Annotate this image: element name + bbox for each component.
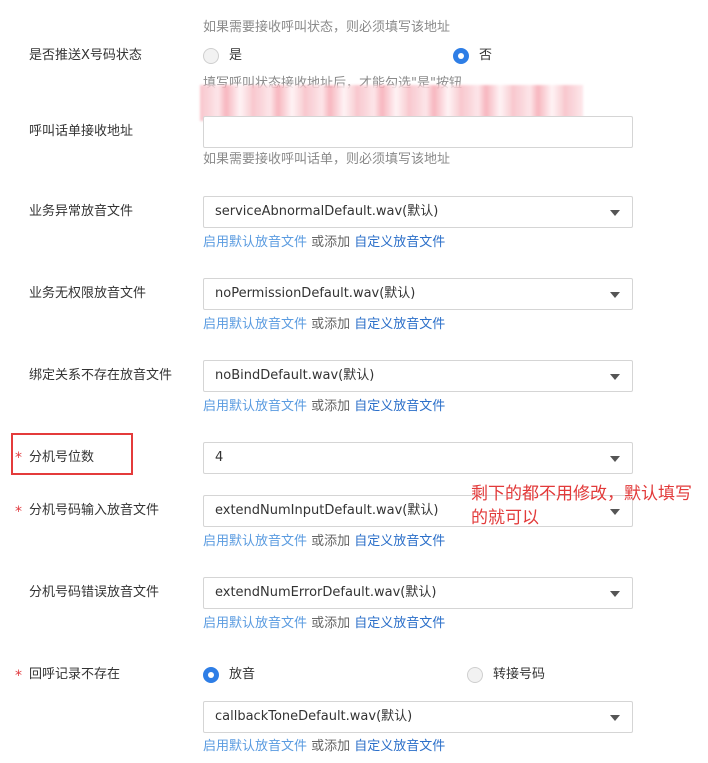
ext-error-select[interactable]: extendNumErrorDefault.wav(默认) (203, 577, 633, 609)
enable-default-link[interactable]: 启用默认放音文件 (203, 739, 307, 754)
required-mark: * (15, 450, 22, 466)
service-abnormal-select[interactable]: serviceAbnormalDefault.wav(默认) (203, 196, 633, 228)
file-links: 启用默认放音文件 或添加 自定义放音文件 (203, 738, 445, 756)
required-mark: * (15, 668, 22, 684)
file-links: 启用默认放音文件 或添加 自定义放音文件 (203, 398, 445, 416)
select-value: 4 (215, 450, 224, 465)
caret-down-icon (610, 292, 620, 298)
no-permission-select[interactable]: noPermissionDefault.wav(默认) (203, 278, 633, 310)
push-x-no-radio[interactable] (453, 48, 469, 64)
or-text: 或添加 (307, 534, 355, 549)
push-x-no-label[interactable]: 否 (479, 47, 492, 65)
select-value: extendNumInputDefault.wav(默认) (215, 503, 439, 518)
select-value: serviceAbnormalDefault.wav(默认) (215, 204, 439, 219)
push-x-yes-label[interactable]: 是 (229, 47, 242, 65)
callback-record-label: 回呼记录不存在 (29, 667, 121, 682)
no-permission-label: 业务无权限放音文件 (29, 286, 147, 301)
file-links: 启用默认放音文件 或添加 自定义放音文件 (203, 234, 445, 252)
custom-file-link[interactable]: 自定义放音文件 (354, 235, 445, 250)
push-x-status-label: 是否推送X号码状态 (29, 48, 142, 63)
callback-play-label[interactable]: 放音 (229, 666, 255, 684)
bill-address-input[interactable] (203, 116, 633, 148)
push-x-yes-radio[interactable] (203, 48, 219, 64)
callback-play-radio[interactable] (203, 667, 219, 683)
or-text: 或添加 (307, 739, 355, 754)
annotation-note: 剩下的都不用修改，默认填写的就可以 (471, 484, 692, 528)
caret-down-icon (610, 456, 620, 462)
custom-file-link[interactable]: 自定义放音文件 (354, 317, 445, 332)
ext-digits-label: 分机号位数 (29, 450, 95, 465)
or-text: 或添加 (307, 616, 355, 631)
enable-default-link[interactable]: 启用默认放音文件 (203, 317, 307, 332)
enable-default-link[interactable]: 启用默认放音文件 (203, 616, 307, 631)
or-text: 或添加 (307, 399, 355, 414)
callback-transfer-label[interactable]: 转接号码 (493, 666, 545, 684)
ext-input-label: 分机号码输入放音文件 (29, 503, 160, 518)
caret-down-icon (610, 210, 620, 216)
callback-tone-select[interactable]: callbackToneDefault.wav(默认) (203, 701, 633, 733)
custom-file-link[interactable]: 自定义放音文件 (354, 399, 445, 414)
select-value: callbackToneDefault.wav(默认) (215, 709, 413, 724)
custom-file-link[interactable]: 自定义放音文件 (354, 534, 445, 549)
required-mark: * (15, 504, 22, 520)
callback-transfer-radio[interactable] (467, 667, 483, 683)
select-value: extendNumErrorDefault.wav(默认) (215, 585, 437, 600)
custom-file-link[interactable]: 自定义放音文件 (354, 616, 445, 631)
enable-default-link[interactable]: 启用默认放音文件 (203, 534, 307, 549)
enable-default-link[interactable]: 启用默认放音文件 (203, 399, 307, 414)
no-bind-label: 绑定关系不存在放音文件 (29, 368, 173, 383)
service-abnormal-label: 业务异常放音文件 (29, 204, 134, 219)
enable-default-link[interactable]: 启用默认放音文件 (203, 235, 307, 250)
select-value: noPermissionDefault.wav(默认) (215, 286, 416, 301)
bill-address-label: 呼叫话单接收地址 (29, 124, 134, 139)
bill-address-hint: 如果需要接收呼叫话单，则必须填写该地址 (203, 152, 451, 167)
call-status-hint: 如果需要接收呼叫状态，则必须填写该地址 (203, 20, 451, 35)
select-value: noBindDefault.wav(默认) (215, 368, 375, 383)
file-links: 启用默认放音文件 或添加 自定义放音文件 (203, 615, 445, 633)
ext-error-label: 分机号码错误放音文件 (29, 585, 160, 600)
caret-down-icon (610, 591, 620, 597)
caret-down-icon (610, 374, 620, 380)
or-text: 或添加 (307, 235, 355, 250)
caret-down-icon (610, 715, 620, 721)
no-bind-select[interactable]: noBindDefault.wav(默认) (203, 360, 633, 392)
ext-digits-select[interactable]: 4 (203, 442, 633, 474)
file-links: 启用默认放音文件 或添加 自定义放音文件 (203, 316, 445, 334)
custom-file-link[interactable]: 自定义放音文件 (354, 739, 445, 754)
or-text: 或添加 (307, 317, 355, 332)
file-links: 启用默认放音文件 或添加 自定义放音文件 (203, 533, 445, 551)
